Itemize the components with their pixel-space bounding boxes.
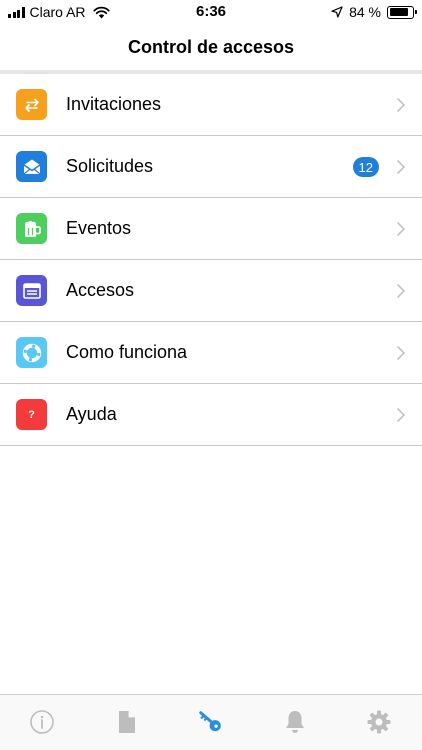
info-icon (30, 710, 54, 734)
status-right: 84 % (331, 4, 417, 20)
tab-bar (0, 694, 422, 750)
tab-info[interactable] (29, 709, 55, 735)
envelope-icon (16, 151, 47, 182)
menu-item-label: Como funciona (66, 342, 188, 362)
chevron-right-icon (397, 408, 405, 422)
menu-item-label: Solicitudes (66, 156, 154, 176)
chevron-right-icon (397, 160, 405, 174)
chevron-right-icon (397, 284, 405, 298)
question-icon: ? (16, 399, 47, 430)
menu-item-eventos[interactable]: Eventos (0, 198, 422, 260)
bell-icon (286, 711, 304, 733)
status-bar: Claro AR 6:36 84 % (0, 0, 422, 24)
menu-item-invitaciones[interactable]: Invitaciones (0, 74, 422, 136)
key-icon (199, 711, 221, 732)
page-title: Control de accesos (127, 36, 295, 57)
menu-item-accesos[interactable]: Accesos (0, 260, 422, 322)
menu-item-label: Accesos (66, 280, 135, 300)
lifebuoy-icon (16, 337, 47, 368)
question-glyph: ? (28, 408, 35, 421)
tab-notifications[interactable] (282, 709, 308, 735)
battery-percentage: 84 % (349, 4, 381, 20)
chevron-right-icon (397, 346, 405, 360)
notification-badge: 12 (352, 157, 379, 177)
tab-settings[interactable] (366, 709, 392, 735)
tab-access-control[interactable] (198, 709, 224, 735)
tab-documents[interactable] (114, 709, 140, 735)
menu-item-label: Invitaciones (66, 94, 162, 114)
beer-mug-icon (16, 213, 47, 244)
battery-icon (387, 5, 417, 19)
document-icon (119, 711, 135, 733)
menu-item-ayuda[interactable]: ? Ayuda (0, 384, 422, 446)
chevron-right-icon (397, 98, 405, 112)
menu-item-label: Eventos (66, 218, 132, 238)
menu-item-label: Ayuda (66, 404, 117, 424)
chevron-right-icon (397, 222, 405, 236)
menu-list: Invitaciones Solicitudes 12 Eventos Acce… (0, 74, 422, 446)
battery-fill (389, 8, 408, 16)
menu-item-como-funciona[interactable]: Como funciona (0, 322, 422, 384)
gear-icon (367, 710, 391, 734)
menu-item-solicitudes[interactable]: Solicitudes 12 (0, 136, 422, 198)
location-arrow-icon (331, 6, 343, 18)
arrows-exchange-icon (16, 89, 47, 120)
navigation-bar: Control de accesos (0, 24, 422, 70)
inbox-tray-icon (16, 275, 47, 306)
